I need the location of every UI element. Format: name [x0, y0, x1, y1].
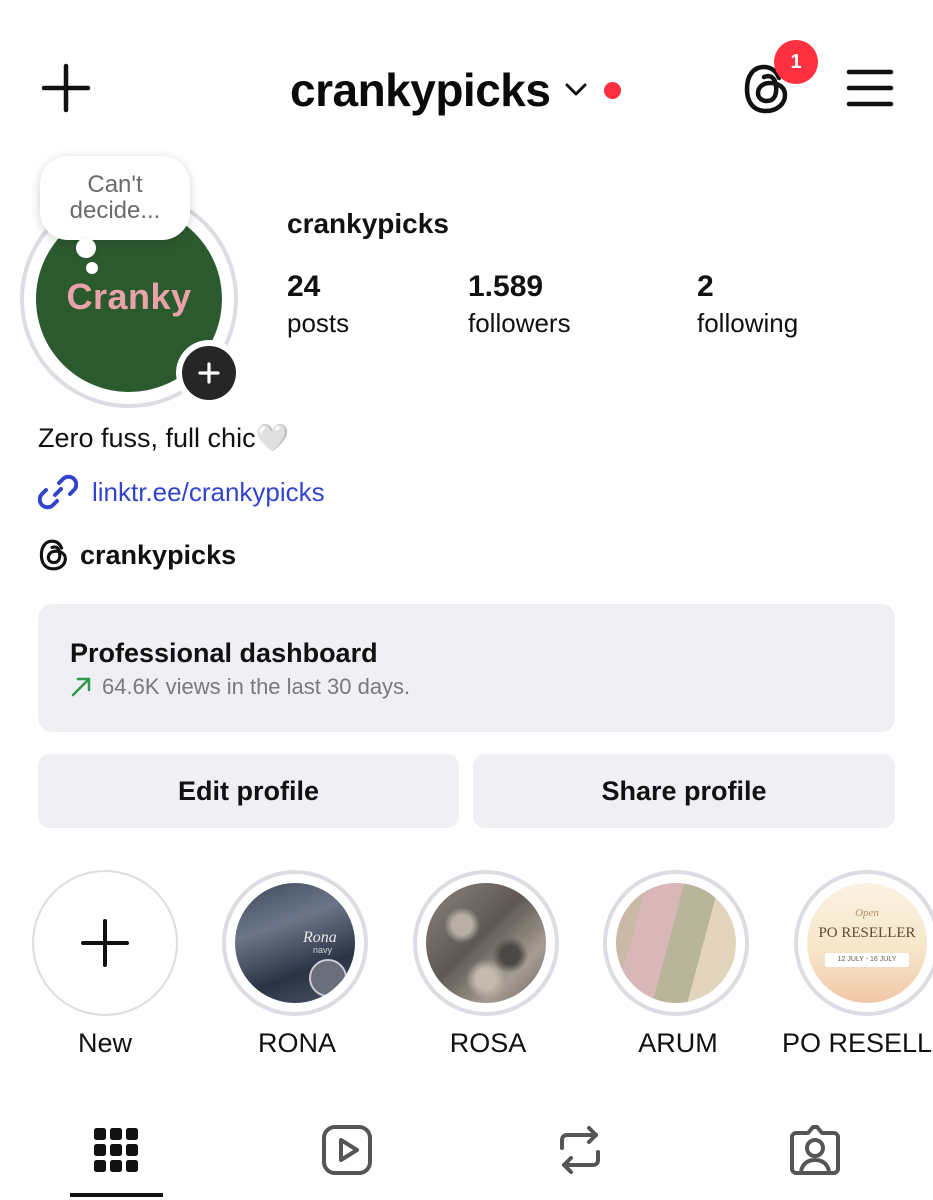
plus-icon	[41, 63, 91, 113]
note-bubble[interactable]: Can't decide...	[40, 156, 190, 240]
highlight-rona[interactable]: Rona navy RONA	[222, 870, 372, 1058]
note-tail-dot	[86, 262, 98, 274]
tab-reposts[interactable]	[530, 1120, 630, 1180]
stat-following[interactable]: 2 following	[697, 268, 798, 340]
reposts-icon	[560, 1126, 600, 1174]
cover-subtext: navy	[313, 945, 333, 955]
stat-label: following	[697, 308, 799, 338]
active-tab-indicator	[70, 1193, 163, 1197]
cover-date: 12 JULY - 16 JULY	[825, 953, 909, 967]
threads-icon	[39, 539, 67, 571]
chevron-down-icon	[565, 83, 587, 96]
dashboard-title: Professional dashboard	[70, 638, 378, 668]
highlight-po-reseller[interactable]: Open PO RESELLER 12 JULY - 16 JULY PO RE…	[782, 870, 933, 1058]
link-text: linktr.ee/crankypicks	[92, 476, 325, 507]
reels-icon	[322, 1125, 372, 1175]
plus-icon	[81, 919, 129, 967]
highlight-cover	[616, 883, 736, 1003]
tagged-icon	[790, 1125, 840, 1175]
grid-icon	[94, 1128, 138, 1172]
stat-label: posts	[287, 308, 350, 338]
stat-posts[interactable]: 24 posts	[287, 268, 349, 340]
link-icon	[38, 474, 78, 510]
cover-top-text: Open	[855, 907, 879, 919]
unread-dot	[604, 81, 622, 99]
tab-reels[interactable]	[297, 1120, 397, 1180]
cover-text: PO RESELLER	[818, 925, 916, 941]
note-tail-dot	[76, 238, 96, 258]
tab-tagged[interactable]	[765, 1120, 865, 1180]
share-profile-button[interactable]: Share profile	[473, 754, 895, 828]
highlight-arum[interactable]: ARUM	[603, 870, 753, 1058]
add-story-button[interactable]	[176, 340, 242, 406]
dashboard-subtitle: 64.6K views in the last 30 days.	[102, 674, 411, 699]
note-text: Can't decide...	[69, 171, 161, 224]
highlight-cover	[426, 883, 546, 1003]
profile-tab-bar	[0, 1100, 933, 1200]
highlight-cover: Rona navy	[235, 883, 355, 1003]
plus-icon	[198, 362, 220, 384]
bio-link[interactable]: linktr.ee/crankypicks	[38, 472, 325, 512]
stat-label: followers	[468, 308, 571, 338]
top-bar: crankypicks 1	[0, 0, 933, 170]
highlight-rosa[interactable]: ROSA	[413, 870, 563, 1058]
menu-button[interactable]	[840, 60, 900, 116]
avatar-logo: Cranky	[66, 276, 192, 317]
highlight-label: New	[77, 1028, 132, 1058]
highlight-cover: Open PO RESELLER 12 JULY - 16 JULY	[807, 883, 927, 1003]
highlight-label: ARUM	[638, 1028, 718, 1058]
highlight-label: RONA	[257, 1028, 336, 1058]
cover-portrait	[309, 959, 347, 997]
threads-handle: crankypicks	[80, 539, 237, 570]
tab-grid[interactable]	[66, 1120, 166, 1180]
stat-value: 24	[287, 270, 321, 303]
bio-text: Zero fuss, full chic🤍	[38, 423, 290, 453]
threads-profile-link[interactable]: crankypicks	[38, 538, 236, 572]
page-title: crankypicks	[290, 64, 551, 116]
professional-dashboard[interactable]: Professional dashboard 64.6K views in th…	[38, 604, 895, 732]
highlight-new[interactable]: New	[32, 870, 182, 1058]
account-switcher[interactable]: crankypicks	[290, 58, 622, 122]
create-button[interactable]	[36, 60, 96, 116]
highlight-label: PO RESELL...	[782, 1028, 932, 1058]
trending-up-icon	[71, 677, 91, 697]
profile-name: crankypicks	[287, 208, 449, 239]
stat-value: 1.589	[468, 270, 544, 303]
hamburger-menu-icon	[846, 69, 894, 107]
edit-profile-button[interactable]: Edit profile	[38, 754, 459, 828]
notification-badge: 1	[774, 40, 818, 84]
stat-value: 2	[697, 270, 714, 303]
highlight-label: ROSA	[449, 1028, 527, 1058]
stat-followers[interactable]: 1.589 followers	[468, 268, 571, 340]
